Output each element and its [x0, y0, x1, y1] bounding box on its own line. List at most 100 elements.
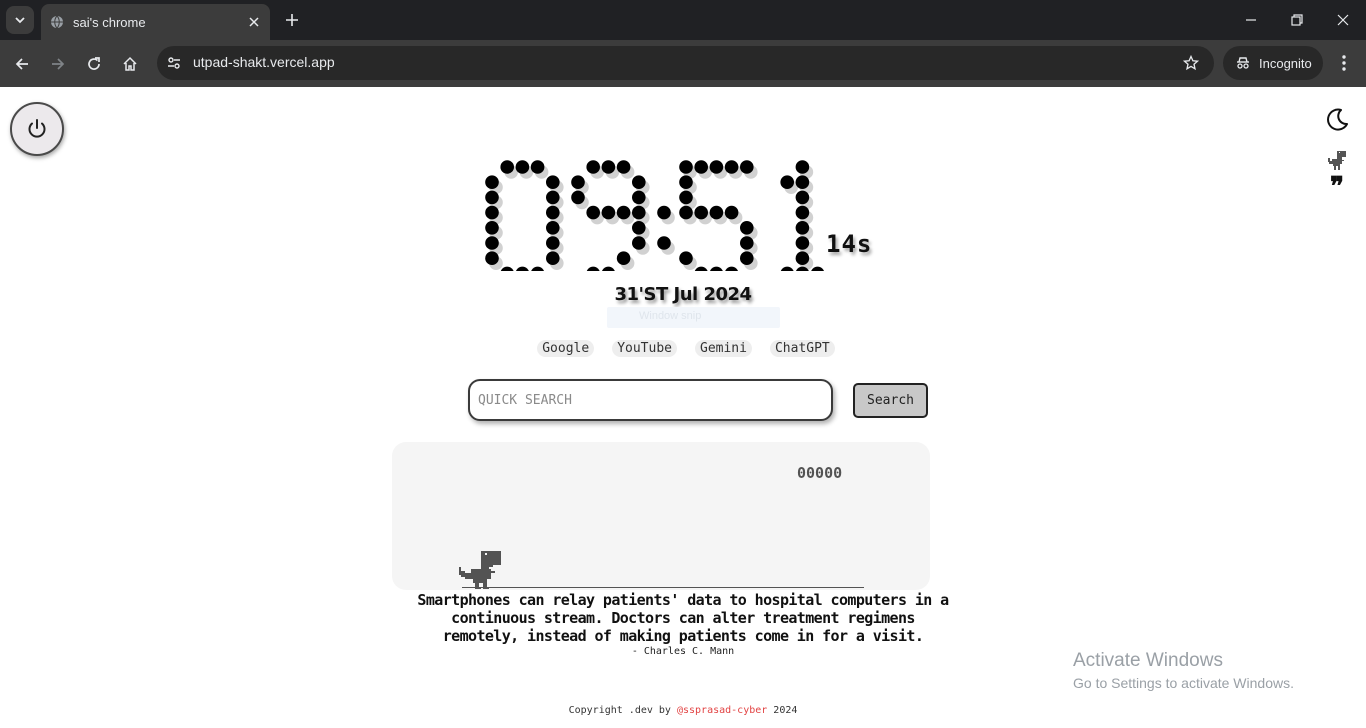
clock-dot	[679, 175, 693, 189]
clock-dot	[546, 190, 560, 205]
footer: Copyright .dev by @ssprasad-cyber 2024	[0, 705, 1366, 716]
footer-prefix: Copyright .dev by	[568, 705, 677, 716]
search-button[interactable]: Search	[853, 383, 928, 418]
clock-dot	[571, 175, 585, 189]
clock-dot	[679, 251, 693, 265]
power-icon	[28, 119, 46, 138]
quote-text: Smartphones can relay patients' data to …	[0, 591, 1366, 645]
site-info-button[interactable]	[165, 54, 183, 72]
link-gemini[interactable]: Gemini	[695, 340, 752, 357]
dot-matrix-clock	[485, 160, 824, 271]
quote-line: Smartphones can relay patients' data to …	[417, 591, 949, 609]
reload-icon	[88, 57, 100, 70]
clock-dot	[725, 266, 738, 271]
t-rex-icon	[459, 551, 501, 589]
dark-mode-toggle[interactable]	[1322, 105, 1352, 135]
clock-dot	[679, 190, 693, 205]
clock-dot	[616, 251, 631, 265]
forward-button[interactable]	[46, 52, 70, 76]
window-close-button[interactable]	[1333, 10, 1353, 30]
clock-dot	[740, 221, 754, 235]
incognito-badge[interactable]: Incognito	[1223, 46, 1323, 80]
clock-dot	[632, 236, 646, 250]
activate-title: Activate Windows	[1073, 650, 1223, 671]
clock-dot	[795, 190, 810, 205]
clock-dot	[694, 160, 708, 174]
side-toolbar: ❞	[1322, 105, 1352, 202]
browser-menu-button[interactable]	[1333, 52, 1355, 74]
clock-dot	[602, 266, 615, 271]
clock-dot	[616, 205, 631, 220]
restore-button[interactable]	[1287, 10, 1307, 30]
footer-suffix: 2024	[767, 705, 798, 716]
clock-dot	[586, 205, 600, 220]
clock-dot	[601, 205, 616, 220]
address-bar[interactable]: utpad-shakt.vercel.app	[157, 46, 1214, 80]
clock-dot	[795, 221, 810, 235]
bookmark-button[interactable]	[1182, 54, 1200, 72]
quote-toggle[interactable]: ❞	[1322, 172, 1352, 202]
clock-dot	[485, 251, 499, 265]
new-tab-button[interactable]	[281, 9, 303, 31]
clock-dot	[740, 160, 754, 174]
clock-dot	[601, 160, 616, 174]
clock-dot	[531, 266, 544, 271]
chevron-down-icon	[15, 17, 25, 24]
tab-close-button[interactable]	[246, 14, 262, 30]
window-snip-label: Window snip	[639, 310, 702, 322]
minimize-button[interactable]	[1241, 10, 1261, 30]
quote-icon: ❞	[1330, 172, 1344, 202]
clock-dot	[780, 266, 794, 271]
minimize-icon	[1246, 19, 1256, 21]
clock-dot	[694, 205, 708, 220]
link-google[interactable]: Google	[537, 340, 595, 357]
quote-line: continuous stream. Doctors can alter tre…	[451, 609, 915, 627]
clock-dot	[485, 205, 499, 220]
dino-icon	[1328, 151, 1346, 170]
back-button[interactable]	[10, 52, 34, 76]
globe-icon	[51, 15, 63, 29]
clock-dot	[632, 221, 646, 235]
clock-dot	[724, 205, 739, 220]
clock-dot	[795, 205, 810, 220]
clock-dot	[516, 266, 529, 271]
dino-game-panel[interactable]: 00000	[392, 442, 930, 590]
clock-dot	[632, 205, 646, 220]
reload-button[interactable]	[82, 52, 106, 76]
more-icon	[1342, 55, 1346, 71]
clock-dot	[710, 266, 723, 271]
home-icon	[123, 56, 137, 71]
link-youtube[interactable]: YouTube	[612, 340, 677, 357]
power-button[interactable]	[10, 102, 64, 156]
tab-active[interactable]: sai's chrome	[41, 4, 270, 40]
tab-search-button[interactable]	[6, 6, 34, 34]
clock-dot	[780, 175, 794, 189]
clock-seconds: 14s	[826, 230, 873, 258]
back-icon	[15, 58, 28, 70]
window-snip-overlay: Window snip	[607, 307, 780, 328]
forward-icon	[52, 58, 65, 70]
clock-dot	[795, 160, 810, 174]
clock-dot	[500, 266, 514, 271]
window-close-icon	[1337, 14, 1349, 26]
clock-dot	[515, 160, 530, 174]
game-score: 00000	[797, 464, 843, 482]
clock-dot	[500, 160, 514, 174]
title-bar: sai's chrome	[0, 0, 1366, 40]
link-chatgpt[interactable]: ChatGPT	[769, 340, 835, 357]
close-icon	[249, 17, 259, 27]
tab-title: sai's chrome	[73, 14, 146, 30]
url-text[interactable]: utpad-shakt.vercel.app	[193, 54, 335, 70]
clock-dot	[694, 266, 708, 271]
clock-dot	[709, 160, 724, 174]
clock-dot	[632, 175, 646, 189]
clock-dot	[546, 205, 560, 220]
clock-dot	[485, 175, 499, 189]
footer-handle-link[interactable]: @ssprasad-cyber	[677, 705, 767, 716]
home-button[interactable]	[118, 52, 142, 76]
clock-dot	[546, 175, 560, 189]
site-info-icon	[168, 57, 180, 69]
quick-search-input[interactable]	[468, 379, 833, 421]
clock-dot	[485, 190, 499, 205]
dino-game-toggle[interactable]	[1322, 147, 1352, 175]
